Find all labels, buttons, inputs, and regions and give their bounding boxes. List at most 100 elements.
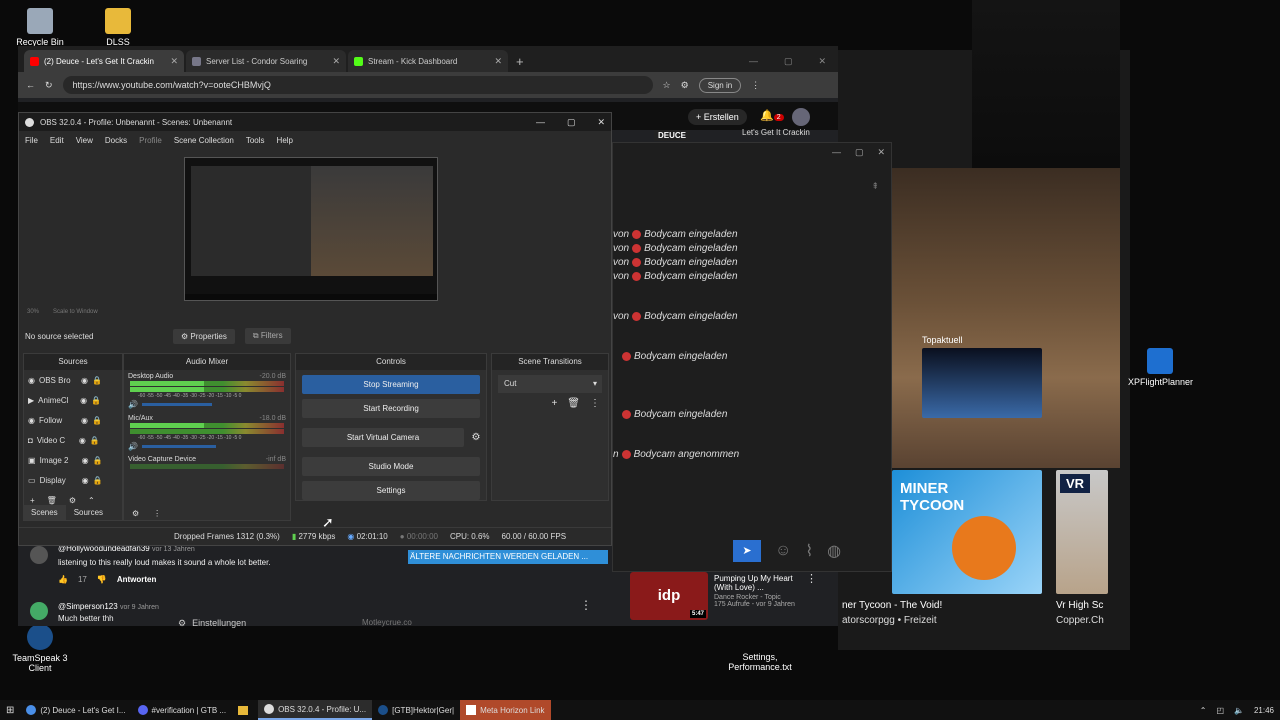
eye-icon[interactable]: ◉ xyxy=(82,476,89,485)
taskbar-item-obs[interactable]: OBS 32.0.4 - Profile: U... xyxy=(258,700,373,720)
tab-scenes[interactable]: Scenes xyxy=(23,505,66,520)
pin-icon[interactable]: ⇞ xyxy=(871,181,879,192)
bookmark-star-icon[interactable]: ☆ xyxy=(663,80,671,91)
menu-profile[interactable]: Profile xyxy=(139,136,162,145)
lock-icon[interactable]: 🔒 xyxy=(93,476,103,485)
back-icon[interactable]: ← xyxy=(26,80,35,90)
desktop-icon-teamspeak[interactable]: TeamSpeak 3 Client xyxy=(4,624,76,673)
lock-icon[interactable]: 🔒 xyxy=(90,436,100,445)
notifications-bell-icon[interactable]: 🔔 2 xyxy=(760,109,784,122)
close-icon[interactable]: ✕ xyxy=(818,56,826,67)
menu-scene-collection[interactable]: Scene Collection xyxy=(174,136,234,145)
source-item[interactable]: ◘ Video C ◉ 🔒 xyxy=(24,430,122,450)
source-item[interactable]: ◉ Follow ◉ 🔒 xyxy=(24,410,122,430)
close-tab-icon[interactable]: ✕ xyxy=(170,56,178,67)
desktop-icon-recycle-bin[interactable]: Recycle Bin xyxy=(10,8,70,47)
close-tab-icon[interactable]: ✕ xyxy=(332,56,340,67)
attach-icon[interactable]: ⌇ xyxy=(805,541,813,561)
thumbs-down-icon[interactable]: 👎 xyxy=(97,575,107,584)
video-thumbnail-vr[interactable]: VR xyxy=(1056,470,1108,594)
close-icon[interactable]: ✕ xyxy=(877,147,885,158)
speaker-icon[interactable]: 🔊 xyxy=(128,442,138,451)
eye-icon[interactable]: ◉ xyxy=(81,376,88,385)
menu-icon[interactable]: ⋮ xyxy=(751,80,760,91)
browser-tab-condor[interactable]: Server List - Condor Soaring ✕ xyxy=(186,50,346,72)
settings-button[interactable]: Settings xyxy=(302,481,480,500)
settings-link[interactable]: ⚙ Einstellungen xyxy=(178,618,246,629)
taskbar-item-meta-horizon[interactable]: Meta Horizon Link xyxy=(460,700,551,720)
eye-icon[interactable]: ◉ xyxy=(80,396,87,405)
extensions-icon[interactable]: ⚙ xyxy=(681,80,689,91)
speaker-icon[interactable]: 🔈 xyxy=(1234,706,1244,715)
menu-help[interactable]: Help xyxy=(277,136,293,145)
video-title[interactable]: Vr High Sc xyxy=(1056,600,1108,611)
virtual-camera-settings-icon[interactable]: ⚙ xyxy=(466,432,486,443)
volume-slider[interactable] xyxy=(141,403,212,406)
more-icon[interactable]: ⋮ xyxy=(590,398,600,409)
eye-icon[interactable]: ◉ xyxy=(81,416,88,425)
gear-icon[interactable]: ⚙ xyxy=(69,496,76,505)
taskbar-item-explorer[interactable] xyxy=(232,700,258,720)
start-button[interactable]: ⊞ xyxy=(0,700,20,720)
eye-icon[interactable]: ◉ xyxy=(79,436,86,445)
related-thumbnail[interactable]: idp 5:47 xyxy=(630,572,708,620)
emoji-icon[interactable]: ☺ xyxy=(775,542,791,560)
reload-icon[interactable]: ↻ xyxy=(45,80,53,91)
related-menu-icon[interactable]: ⋮ xyxy=(806,572,817,585)
desktop-icon-dlss[interactable]: DLSS xyxy=(88,8,148,47)
trash-icon[interactable]: 🗑 xyxy=(567,398,580,409)
studio-mode-button[interactable]: Studio Mode xyxy=(302,457,480,476)
avatar[interactable] xyxy=(792,108,810,126)
close-tab-icon[interactable]: ✕ xyxy=(494,56,502,67)
minimize-icon[interactable]: — xyxy=(536,117,545,128)
eye-icon[interactable]: ◉ xyxy=(82,456,89,465)
network-icon[interactable]: ◰ xyxy=(1216,706,1224,715)
scale-mode[interactable]: Scale to Window xyxy=(53,309,98,315)
menu-file[interactable]: File xyxy=(25,136,38,145)
desktop-icon-xpflightplanner[interactable]: XPFlightPlanner xyxy=(1128,348,1193,387)
filters-button[interactable]: ⧉ Filters xyxy=(244,328,291,344)
volume-slider[interactable] xyxy=(141,445,216,448)
lock-icon[interactable]: 🔒 xyxy=(92,416,102,425)
tab-sources[interactable]: Sources xyxy=(66,505,111,520)
earth-thumbnail[interactable] xyxy=(922,348,1042,418)
add-icon[interactable]: + xyxy=(551,398,557,409)
url-field[interactable]: https://www.youtube.com/watch?v=ooteCHBM… xyxy=(62,76,653,94)
comment-menu-icon[interactable]: ⋮ xyxy=(580,598,592,612)
sign-in-button[interactable]: Sign in xyxy=(698,77,742,93)
properties-button[interactable]: ⚙ Properties xyxy=(173,328,235,344)
source-item[interactable]: ▶ AnimeCl ◉ 🔒 xyxy=(24,390,122,410)
minimize-icon[interactable]: — xyxy=(749,56,758,67)
trash-icon[interactable]: 🗑 xyxy=(47,496,57,505)
menu-edit[interactable]: Edit xyxy=(50,136,64,145)
desktop-icon-settings-file[interactable]: Settings, Performance.txt xyxy=(726,652,794,672)
chevron-up-icon[interactable]: ⌃ xyxy=(1200,706,1207,715)
video-title[interactable]: ner Tycoon - The Void! xyxy=(842,600,942,611)
close-icon[interactable]: ✕ xyxy=(597,117,605,128)
reply-button[interactable]: Antworten xyxy=(117,575,157,584)
menu-tools[interactable]: Tools xyxy=(246,136,265,145)
send-button[interactable]: ➤ xyxy=(733,540,761,562)
related-info[interactable]: Pumping Up My Heart (With Love) ... Danc… xyxy=(714,574,810,608)
start-recording-button[interactable]: Start Recording xyxy=(302,399,480,418)
taskbar-item-teamspeak[interactable]: [GTB]Hektor|Ger| xyxy=(372,700,460,720)
maximize-icon[interactable]: ▢ xyxy=(567,117,576,128)
video-thumbnail-miner-tycoon[interactable]: MINER TYCOON xyxy=(892,470,1042,594)
create-button[interactable]: + Erstellen xyxy=(688,109,747,125)
lock-icon[interactable]: 🔒 xyxy=(92,376,102,385)
menu-view[interactable]: View xyxy=(76,136,93,145)
thumbs-up-icon[interactable]: 👍 xyxy=(58,575,68,584)
mixer-menu-icon[interactable]: ⋮ xyxy=(153,509,161,518)
mixer-settings-icon[interactable]: ⚙ xyxy=(132,509,139,518)
taskbar-item-discord[interactable]: #verification | GTB ... xyxy=(132,700,233,720)
browser-tab-youtube[interactable]: (2) Deuce - Let's Get It Crackin ✕ xyxy=(24,50,184,72)
browser-tab-kick[interactable]: Stream - Kick Dashboard ✕ xyxy=(348,50,508,72)
stop-streaming-button[interactable]: Stop Streaming xyxy=(302,375,480,394)
menu-docks[interactable]: Docks xyxy=(105,136,127,145)
speaker-icon[interactable]: 🔊 xyxy=(128,400,138,409)
lock-icon[interactable]: 🔒 xyxy=(91,396,101,405)
transition-select[interactable]: Cut ▾ xyxy=(498,375,602,393)
maximize-icon[interactable]: ▢ xyxy=(855,147,864,158)
chevron-up-icon[interactable]: ⌃ xyxy=(88,496,95,505)
taskbar-item-chrome[interactable]: (2) Deuce - Let's Get I... xyxy=(20,700,131,720)
